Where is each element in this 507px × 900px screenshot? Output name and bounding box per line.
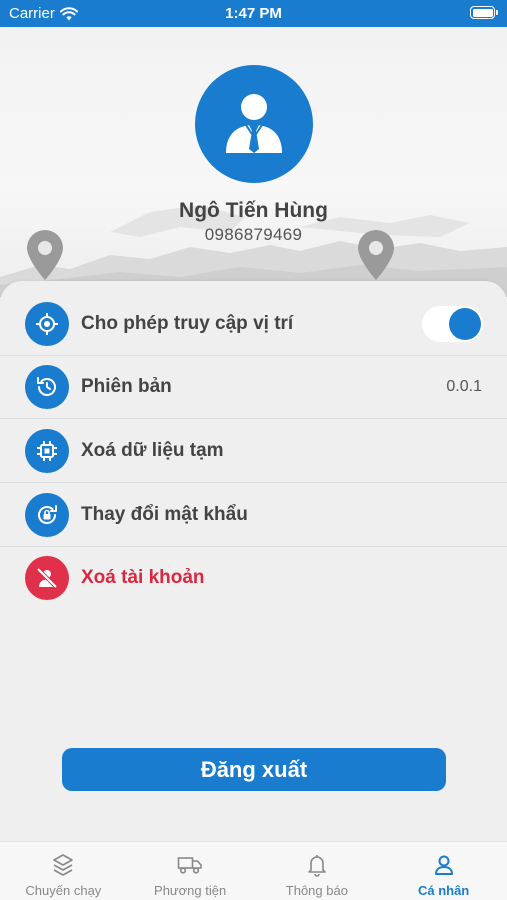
settings-card: Cho phép truy cập vị trí Phiên bản 0.0.1 <box>0 281 507 841</box>
user-slash-icon <box>25 556 69 600</box>
battery-icon <box>470 6 498 19</box>
lock-refresh-icon <box>25 493 69 537</box>
setting-delete-account[interactable]: Xoá tài khoản <box>0 546 507 610</box>
setting-label: Xoá tài khoản <box>81 567 205 588</box>
setting-label: Thay đổi mật khẩu <box>81 504 248 525</box>
tab-label: Phương tiện <box>154 883 227 898</box>
setting-label: Phiên bản <box>81 376 172 397</box>
tab-vehicles[interactable]: Phương tiện <box>127 842 254 900</box>
status-time: 1:47 PM <box>225 5 282 22</box>
chip-icon <box>25 429 69 473</box>
tab-label: Cá nhân <box>417 883 470 898</box>
tab-profile[interactable]: Cá nhân <box>380 842 507 900</box>
location-target-icon <box>25 302 69 346</box>
clock-history-icon <box>25 365 69 409</box>
tab-notifications[interactable]: Thông báo <box>254 842 381 900</box>
profile-header: Ngô Tiến Hùng 0986879469 <box>0 27 507 297</box>
setting-label: Xoá dữ liệu tạm <box>81 440 224 461</box>
bell-icon <box>306 852 328 878</box>
person-icon <box>433 852 455 878</box>
tab-label: Chuyến chạy <box>25 883 102 898</box>
user-phone: 0986879469 <box>204 225 303 244</box>
tab-label: Thông báo <box>285 883 348 898</box>
truck-icon <box>177 852 203 878</box>
setting-label: Cho phép truy cập vị trí <box>81 313 294 334</box>
layers-icon <box>52 852 74 878</box>
user-name: Ngô Tiến Hùng <box>179 199 328 222</box>
battery-level <box>472 8 493 17</box>
setting-location-access[interactable]: Cho phép truy cập vị trí <box>0 292 507 356</box>
logout-button[interactable]: Đăng xuất <box>62 748 446 791</box>
avatar[interactable] <box>195 65 313 183</box>
setting-version[interactable]: Phiên bản 0.0.1 <box>0 355 507 419</box>
status-bar: Carrier 1:47 PM <box>0 0 507 27</box>
toggle-knob <box>449 308 481 340</box>
tab-bar: Chuyến chạy Phương tiện Thông báo Cá nhâ… <box>0 841 507 900</box>
setting-clear-cache[interactable]: Xoá dữ liệu tạm <box>0 419 507 483</box>
user-tie-icon <box>226 94 282 153</box>
location-toggle[interactable] <box>422 306 483 342</box>
setting-change-password[interactable]: Thay đổi mật khẩu <box>0 483 507 547</box>
version-value: 0.0.1 <box>446 378 482 395</box>
tab-trips[interactable]: Chuyến chạy <box>0 842 127 900</box>
